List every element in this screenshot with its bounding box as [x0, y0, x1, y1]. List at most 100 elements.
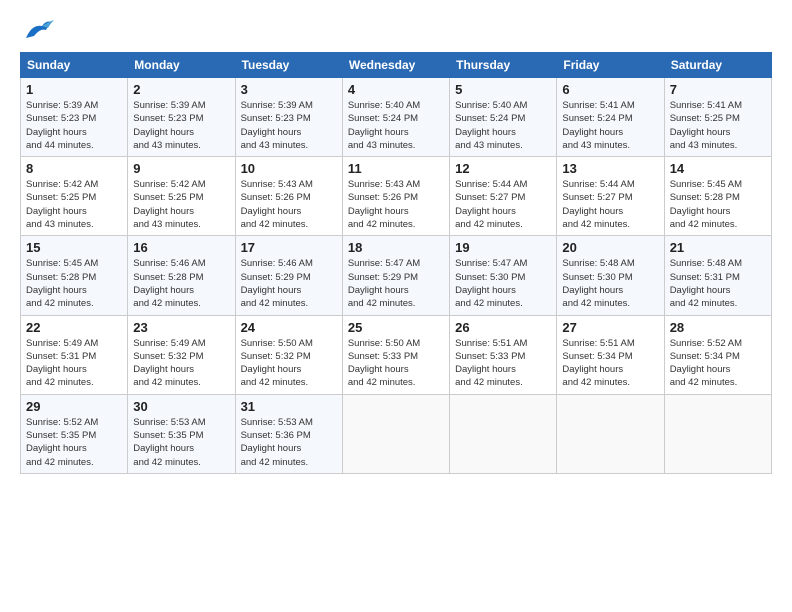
- day-info: Sunrise: 5:40 AM Sunset: 5:24 PM Dayligh…: [455, 99, 551, 152]
- calendar-cell: [342, 394, 449, 473]
- day-info: Sunrise: 5:39 AM Sunset: 5:23 PM Dayligh…: [241, 99, 337, 152]
- day-info: Sunrise: 5:40 AM Sunset: 5:24 PM Dayligh…: [348, 99, 444, 152]
- col-header-wednesday: Wednesday: [342, 53, 449, 78]
- day-info: Sunrise: 5:49 AM Sunset: 5:31 PM Dayligh…: [26, 337, 122, 390]
- col-header-tuesday: Tuesday: [235, 53, 342, 78]
- day-number: 27: [562, 320, 658, 335]
- calendar-cell: 31 Sunrise: 5:53 AM Sunset: 5:36 PM Dayl…: [235, 394, 342, 473]
- calendar-cell: 10 Sunrise: 5:43 AM Sunset: 5:26 PM Dayl…: [235, 157, 342, 236]
- day-number: 24: [241, 320, 337, 335]
- day-info: Sunrise: 5:52 AM Sunset: 5:34 PM Dayligh…: [670, 337, 766, 390]
- day-info: Sunrise: 5:45 AM Sunset: 5:28 PM Dayligh…: [26, 257, 122, 310]
- day-info: Sunrise: 5:42 AM Sunset: 5:25 PM Dayligh…: [26, 178, 122, 231]
- day-number: 20: [562, 240, 658, 255]
- day-number: 12: [455, 161, 551, 176]
- day-info: Sunrise: 5:49 AM Sunset: 5:32 PM Dayligh…: [133, 337, 229, 390]
- day-number: 7: [670, 82, 766, 97]
- col-header-friday: Friday: [557, 53, 664, 78]
- calendar-cell: 24 Sunrise: 5:50 AM Sunset: 5:32 PM Dayl…: [235, 315, 342, 394]
- day-info: Sunrise: 5:42 AM Sunset: 5:25 PM Dayligh…: [133, 178, 229, 231]
- day-info: Sunrise: 5:51 AM Sunset: 5:33 PM Dayligh…: [455, 337, 551, 390]
- logo-bird-icon: [20, 16, 54, 44]
- calendar-cell: 21 Sunrise: 5:48 AM Sunset: 5:31 PM Dayl…: [664, 236, 771, 315]
- calendar-cell: 4 Sunrise: 5:40 AM Sunset: 5:24 PM Dayli…: [342, 78, 449, 157]
- calendar-table: SundayMondayTuesdayWednesdayThursdayFrid…: [20, 52, 772, 474]
- day-info: Sunrise: 5:50 AM Sunset: 5:32 PM Dayligh…: [241, 337, 337, 390]
- day-number: 2: [133, 82, 229, 97]
- day-info: Sunrise: 5:43 AM Sunset: 5:26 PM Dayligh…: [241, 178, 337, 231]
- calendar-cell: 2 Sunrise: 5:39 AM Sunset: 5:23 PM Dayli…: [128, 78, 235, 157]
- calendar-cell: 6 Sunrise: 5:41 AM Sunset: 5:24 PM Dayli…: [557, 78, 664, 157]
- page: SundayMondayTuesdayWednesdayThursdayFrid…: [0, 0, 792, 612]
- day-info: Sunrise: 5:46 AM Sunset: 5:29 PM Dayligh…: [241, 257, 337, 310]
- day-info: Sunrise: 5:45 AM Sunset: 5:28 PM Dayligh…: [670, 178, 766, 231]
- day-number: 28: [670, 320, 766, 335]
- day-info: Sunrise: 5:52 AM Sunset: 5:35 PM Dayligh…: [26, 416, 122, 469]
- day-number: 30: [133, 399, 229, 414]
- calendar-cell: 3 Sunrise: 5:39 AM Sunset: 5:23 PM Dayli…: [235, 78, 342, 157]
- calendar-cell: 1 Sunrise: 5:39 AM Sunset: 5:23 PM Dayli…: [21, 78, 128, 157]
- day-info: Sunrise: 5:44 AM Sunset: 5:27 PM Dayligh…: [562, 178, 658, 231]
- day-info: Sunrise: 5:50 AM Sunset: 5:33 PM Dayligh…: [348, 337, 444, 390]
- calendar-cell: [557, 394, 664, 473]
- day-number: 25: [348, 320, 444, 335]
- day-number: 23: [133, 320, 229, 335]
- calendar-cell: 26 Sunrise: 5:51 AM Sunset: 5:33 PM Dayl…: [450, 315, 557, 394]
- day-number: 18: [348, 240, 444, 255]
- day-info: Sunrise: 5:47 AM Sunset: 5:30 PM Dayligh…: [455, 257, 551, 310]
- calendar-cell: 25 Sunrise: 5:50 AM Sunset: 5:33 PM Dayl…: [342, 315, 449, 394]
- calendar-cell: 15 Sunrise: 5:45 AM Sunset: 5:28 PM Dayl…: [21, 236, 128, 315]
- day-info: Sunrise: 5:46 AM Sunset: 5:28 PM Dayligh…: [133, 257, 229, 310]
- day-info: Sunrise: 5:41 AM Sunset: 5:24 PM Dayligh…: [562, 99, 658, 152]
- calendar-cell: 30 Sunrise: 5:53 AM Sunset: 5:35 PM Dayl…: [128, 394, 235, 473]
- day-number: 31: [241, 399, 337, 414]
- day-number: 22: [26, 320, 122, 335]
- calendar-cell: 22 Sunrise: 5:49 AM Sunset: 5:31 PM Dayl…: [21, 315, 128, 394]
- day-info: Sunrise: 5:44 AM Sunset: 5:27 PM Dayligh…: [455, 178, 551, 231]
- calendar-cell: 9 Sunrise: 5:42 AM Sunset: 5:25 PM Dayli…: [128, 157, 235, 236]
- calendar-cell: 13 Sunrise: 5:44 AM Sunset: 5:27 PM Dayl…: [557, 157, 664, 236]
- day-info: Sunrise: 5:53 AM Sunset: 5:36 PM Dayligh…: [241, 416, 337, 469]
- day-number: 5: [455, 82, 551, 97]
- day-number: 16: [133, 240, 229, 255]
- day-number: 4: [348, 82, 444, 97]
- day-number: 11: [348, 161, 444, 176]
- calendar-cell: [664, 394, 771, 473]
- calendar-cell: 19 Sunrise: 5:47 AM Sunset: 5:30 PM Dayl…: [450, 236, 557, 315]
- calendar-cell: 18 Sunrise: 5:47 AM Sunset: 5:29 PM Dayl…: [342, 236, 449, 315]
- day-info: Sunrise: 5:41 AM Sunset: 5:25 PM Dayligh…: [670, 99, 766, 152]
- day-number: 1: [26, 82, 122, 97]
- day-info: Sunrise: 5:47 AM Sunset: 5:29 PM Dayligh…: [348, 257, 444, 310]
- calendar-cell: 7 Sunrise: 5:41 AM Sunset: 5:25 PM Dayli…: [664, 78, 771, 157]
- day-number: 15: [26, 240, 122, 255]
- day-number: 26: [455, 320, 551, 335]
- logo: [20, 16, 58, 44]
- day-number: 9: [133, 161, 229, 176]
- calendar-cell: 28 Sunrise: 5:52 AM Sunset: 5:34 PM Dayl…: [664, 315, 771, 394]
- col-header-thursday: Thursday: [450, 53, 557, 78]
- calendar-cell: 17 Sunrise: 5:46 AM Sunset: 5:29 PM Dayl…: [235, 236, 342, 315]
- calendar-cell: 14 Sunrise: 5:45 AM Sunset: 5:28 PM Dayl…: [664, 157, 771, 236]
- day-info: Sunrise: 5:43 AM Sunset: 5:26 PM Dayligh…: [348, 178, 444, 231]
- calendar-cell: 5 Sunrise: 5:40 AM Sunset: 5:24 PM Dayli…: [450, 78, 557, 157]
- calendar-cell: 12 Sunrise: 5:44 AM Sunset: 5:27 PM Dayl…: [450, 157, 557, 236]
- day-info: Sunrise: 5:39 AM Sunset: 5:23 PM Dayligh…: [26, 99, 122, 152]
- calendar-cell: 27 Sunrise: 5:51 AM Sunset: 5:34 PM Dayl…: [557, 315, 664, 394]
- calendar-cell: 8 Sunrise: 5:42 AM Sunset: 5:25 PM Dayli…: [21, 157, 128, 236]
- day-number: 10: [241, 161, 337, 176]
- day-info: Sunrise: 5:51 AM Sunset: 5:34 PM Dayligh…: [562, 337, 658, 390]
- header: [20, 16, 772, 44]
- calendar-cell: 29 Sunrise: 5:52 AM Sunset: 5:35 PM Dayl…: [21, 394, 128, 473]
- day-number: 14: [670, 161, 766, 176]
- day-number: 3: [241, 82, 337, 97]
- day-number: 13: [562, 161, 658, 176]
- day-number: 17: [241, 240, 337, 255]
- col-header-monday: Monday: [128, 53, 235, 78]
- calendar-cell: 11 Sunrise: 5:43 AM Sunset: 5:26 PM Dayl…: [342, 157, 449, 236]
- day-info: Sunrise: 5:53 AM Sunset: 5:35 PM Dayligh…: [133, 416, 229, 469]
- calendar-cell: 20 Sunrise: 5:48 AM Sunset: 5:30 PM Dayl…: [557, 236, 664, 315]
- day-info: Sunrise: 5:48 AM Sunset: 5:31 PM Dayligh…: [670, 257, 766, 310]
- calendar-cell: [450, 394, 557, 473]
- calendar-cell: 23 Sunrise: 5:49 AM Sunset: 5:32 PM Dayl…: [128, 315, 235, 394]
- day-info: Sunrise: 5:39 AM Sunset: 5:23 PM Dayligh…: [133, 99, 229, 152]
